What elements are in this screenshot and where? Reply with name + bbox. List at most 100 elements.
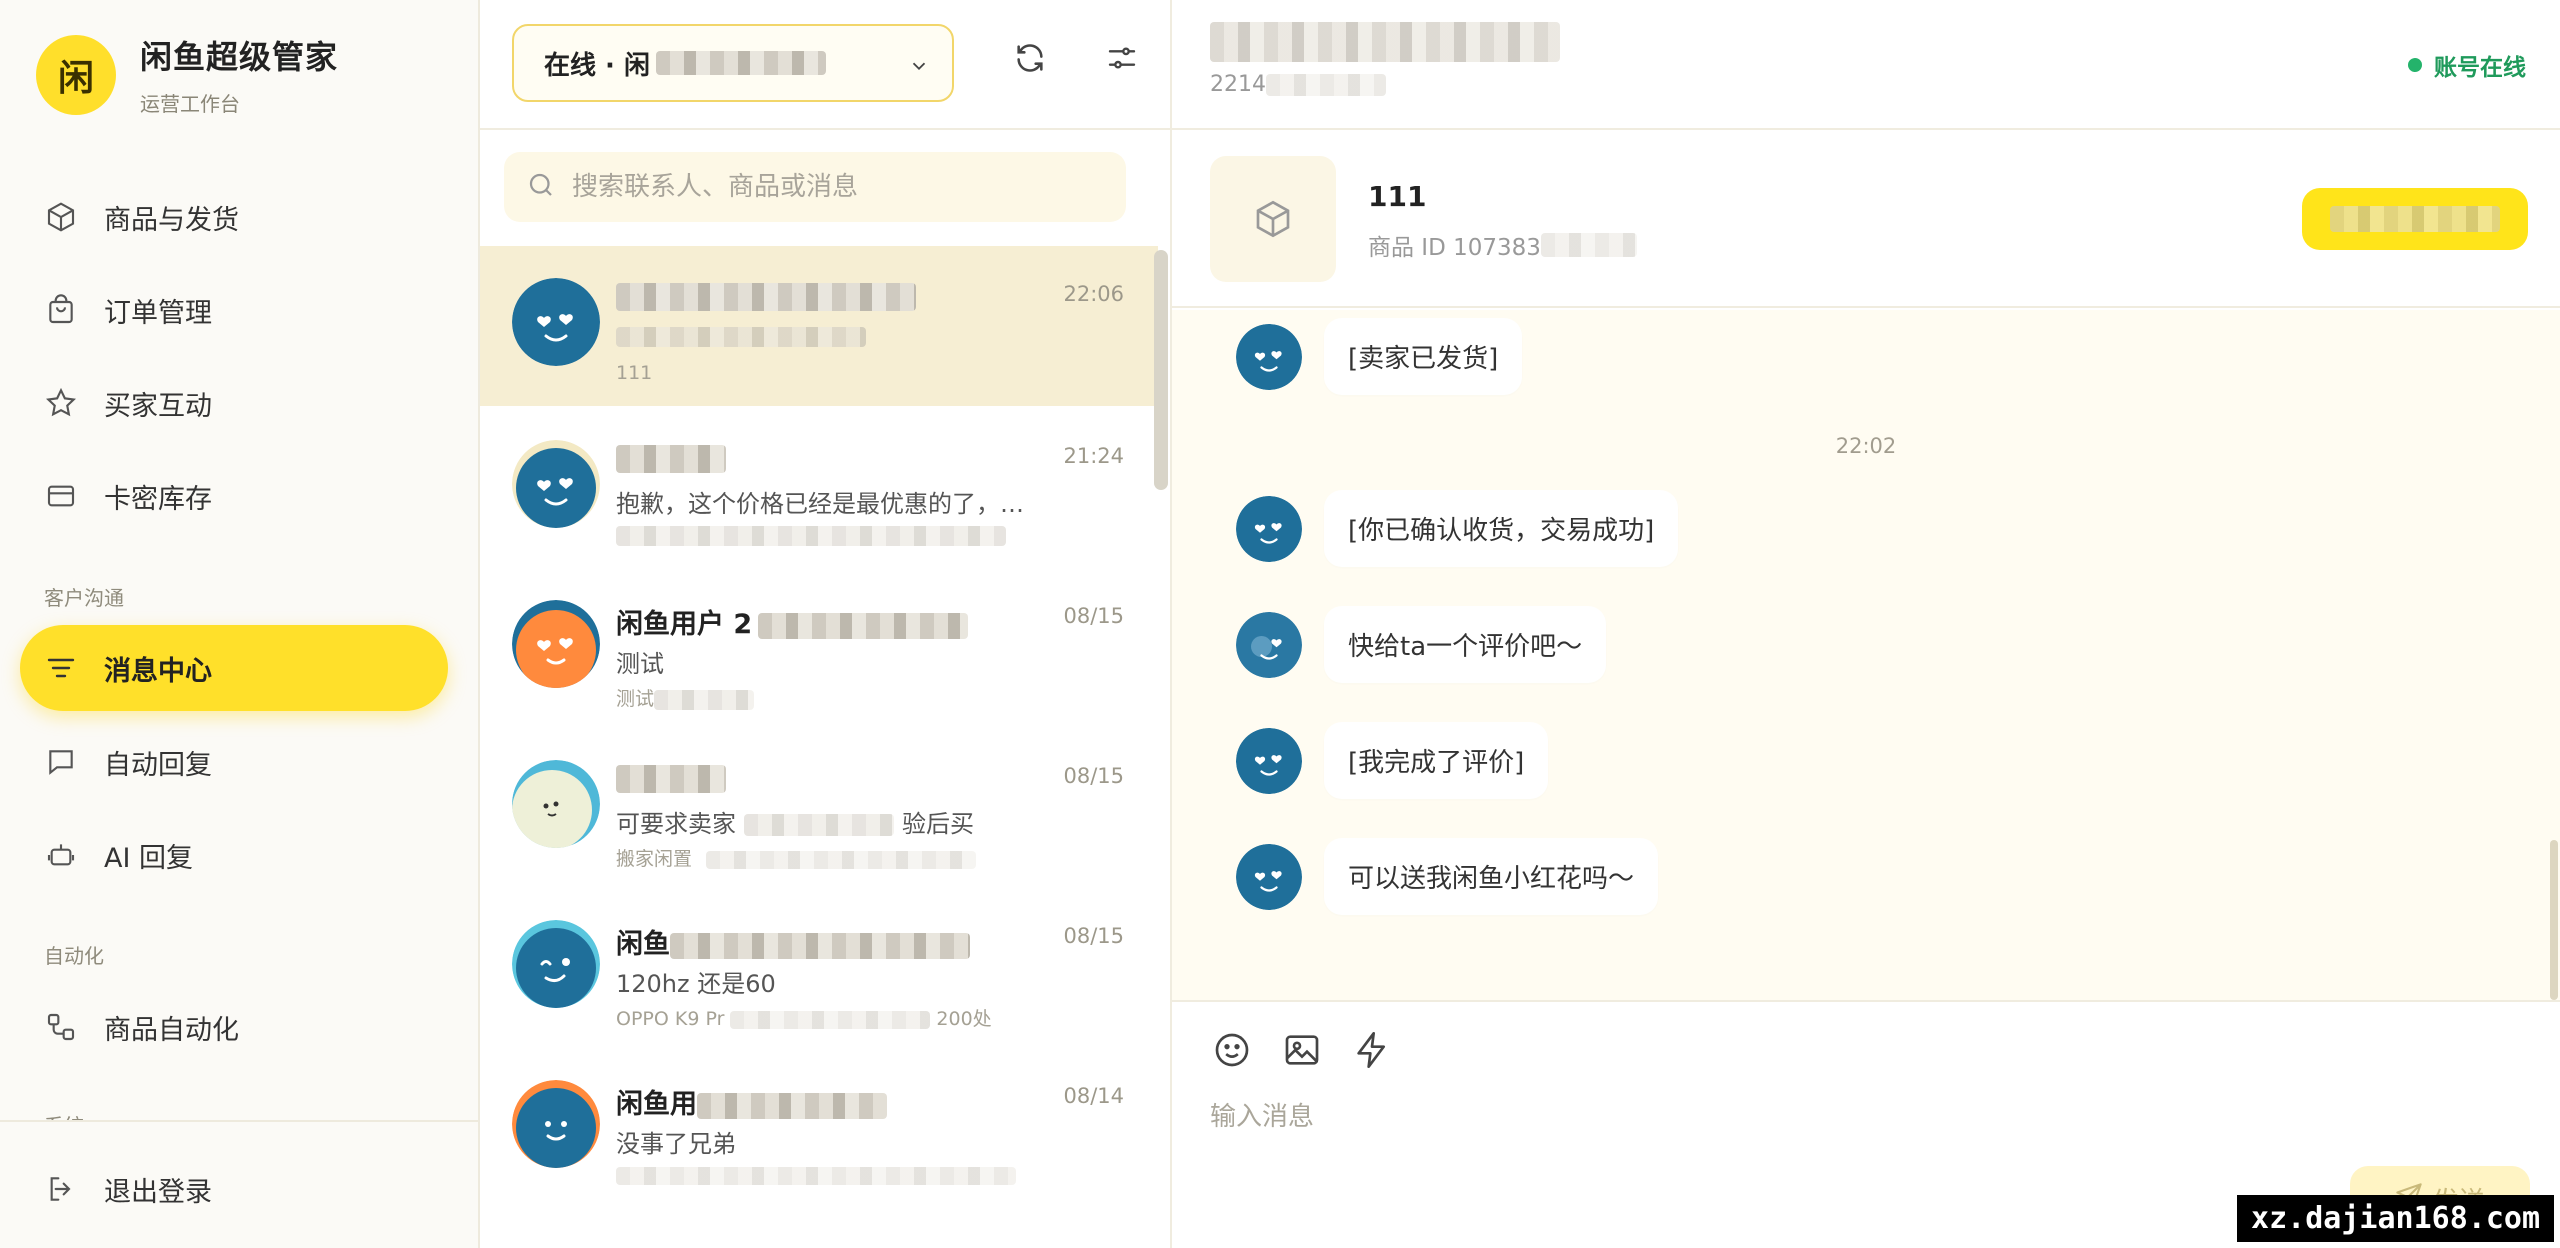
filter-settings-button[interactable] [1102, 40, 1142, 80]
conversation-preview: 120hz 还是60 [616, 970, 776, 998]
sidebar-divider [0, 1120, 480, 1122]
sidebar-item-products[interactable]: 商品与发货 [20, 174, 448, 260]
conversation-item[interactable]: 闲鱼用户 2 08/15 测试 测试 [480, 568, 1158, 728]
logout-button[interactable]: 退出登录 [20, 1146, 448, 1232]
conversation-time: 08/15 [1063, 924, 1124, 948]
sidebar-item-card-stock[interactable]: 卡密库存 [20, 453, 448, 539]
emoji-icon [1215, 1033, 1249, 1067]
conversation-item[interactable]: 21:24 抱歉，这个价格已经是最优惠的了，不... [480, 408, 1158, 568]
box-icon [44, 200, 78, 234]
message-list: [卖家已发货] 22:02 [你已确认收货，交易成功] 快给ta一个评价吧～ [… [1172, 310, 2560, 1000]
conversation-preview: 可要求卖家 验后买 [616, 810, 974, 838]
avatar [1236, 843, 1302, 910]
sidebar-item-message-center[interactable]: 消息中心 [20, 625, 448, 711]
conversation-product: OPPO K9 Pr 200处 [616, 1008, 992, 1030]
conversation-preview: 测试 [616, 650, 664, 678]
message-bubble: 可以送我闲鱼小红花吗～ [1324, 838, 1659, 915]
quick-reply-button[interactable] [1350, 1028, 1394, 1072]
redacted-text [616, 282, 916, 311]
chat-panel: 2214 账号在线 111 商品 ID 107383 [卖家已发货] 22:02… [1172, 0, 2560, 1248]
refresh-button[interactable] [1010, 40, 1050, 80]
redacted-text [1540, 233, 1637, 257]
conversation-list-panel: 在线 · 闲 搜索联系人、商品或消息 22:06 111 21:24 抱歉，这个… [480, 0, 1172, 1248]
redacted-text [616, 327, 866, 347]
conversation-name: 闲鱼用 [616, 1082, 887, 1121]
account-select-value: 在线 · 闲 [544, 50, 650, 81]
chat-user-id: 2214 [1210, 72, 1386, 97]
redacted-text [706, 850, 977, 869]
conversation-item[interactable]: 闲鱼 08/15 120hz 还是60 OPPO K9 Pr 200处 [480, 888, 1158, 1048]
sidebar-item-label: 订单管理 [104, 297, 212, 329]
watermark: xz.dajian168.com [2237, 1195, 2554, 1242]
avatar [512, 278, 600, 366]
conversation-item[interactable]: 08/15 可要求卖家 验后买 搬家闲置 [480, 728, 1158, 888]
avatar [1236, 611, 1302, 678]
redacted-text [2330, 206, 2500, 232]
sidebar-item-ai-reply[interactable]: AI 回复 [20, 812, 448, 898]
message-item: [你已确认收货，交易成功] [1236, 490, 1679, 567]
message-input[interactable] [1210, 1102, 2510, 1132]
divider [480, 128, 1170, 130]
chat-bubble-icon [44, 745, 78, 779]
sidebar-item-buyer-interaction[interactable]: 买家互动 [20, 360, 448, 446]
brand-subtitle: 运营工作台 [140, 92, 240, 116]
message-bubble: [我完成了评价] [1324, 722, 1549, 799]
conversation-preview: 抱歉，这个价格已经是最优惠的了，不... [616, 490, 1046, 518]
avatar [1236, 495, 1302, 562]
product-thumbnail [1210, 156, 1336, 282]
message-item: 可以送我闲鱼小红花吗～ [1236, 838, 1659, 915]
conversation-name: 闲鱼 [616, 922, 970, 961]
sidebar-item-label: 商品自动化 [104, 1014, 239, 1046]
redacted-text [730, 1010, 931, 1029]
conversation-item[interactable]: 闲鱼用 08/14 没事了兄弟 [480, 1048, 1158, 1208]
chat-header: 2214 账号在线 [1172, 0, 2560, 130]
message-item: [我完成了评价] [1236, 722, 1549, 799]
conversation-product [616, 524, 1006, 546]
sidebar-item-label: 卡密库存 [104, 483, 212, 515]
search-box[interactable] [504, 152, 1126, 222]
redacted-text [758, 612, 969, 639]
brand: 闲 闲鱼超级管家 运营工作台 [36, 32, 338, 117]
avatar [512, 600, 600, 688]
brand-name: 闲鱼超级管家 [140, 38, 339, 76]
sidebar: 闲 闲鱼超级管家 运营工作台 商品与发货 订单管理 买家互动 卡密库存 客户沟通… [0, 0, 480, 1248]
section-label-system: 系统 [44, 1110, 84, 1120]
message-scrollbar[interactable] [2550, 840, 2558, 1000]
redacted-text [744, 814, 894, 836]
conversation-product: 111 [616, 362, 653, 384]
logout-label: 退出登录 [104, 1176, 212, 1208]
sidebar-item-label: 消息中心 [104, 655, 212, 687]
message-bubble: 快给ta一个评价吧～ [1324, 606, 1607, 683]
conversation-item[interactable]: 22:06 111 [480, 246, 1158, 406]
redacted-text [616, 444, 726, 473]
conversation-product: 测试 [616, 684, 755, 711]
sidebar-item-auto-reply[interactable]: 自动回复 [20, 719, 448, 805]
sidebar-item-label: 商品与发货 [104, 204, 239, 236]
avatar [512, 440, 600, 528]
product-action-button[interactable] [2302, 188, 2528, 250]
redacted-text [655, 51, 826, 75]
conversation-scrollbar[interactable] [1154, 250, 1168, 490]
message-item: 快给ta一个评价吧～ [1236, 606, 1607, 683]
star-icon [44, 386, 78, 420]
redacted-text [616, 764, 726, 793]
avatar [1236, 727, 1302, 794]
card-icon [44, 479, 78, 513]
flow-icon [44, 1010, 78, 1044]
section-label-communication: 客户沟通 [44, 586, 124, 610]
app-window: 闲 闲鱼超级管家 运营工作台 商品与发货 订单管理 买家互动 卡密库存 客户沟通… [0, 0, 2560, 1248]
search-input[interactable] [572, 172, 1112, 202]
redacted-text [1266, 73, 1386, 96]
sidebar-item-orders[interactable]: 订单管理 [20, 267, 448, 353]
message-item: [卖家已发货] [1236, 318, 1523, 395]
box-icon [1256, 200, 1290, 238]
chat-title [1210, 22, 1560, 62]
message-bubble: [卖家已发货] [1324, 318, 1523, 395]
emoji-button[interactable] [1210, 1028, 1254, 1072]
avatar [512, 920, 600, 1008]
brand-logo: 闲 [36, 34, 116, 115]
online-dot-icon [2408, 58, 2422, 72]
sidebar-item-product-automation[interactable]: 商品自动化 [20, 984, 448, 1070]
account-select[interactable]: 在线 · 闲 [512, 24, 954, 102]
image-button[interactable] [1280, 1028, 1324, 1072]
